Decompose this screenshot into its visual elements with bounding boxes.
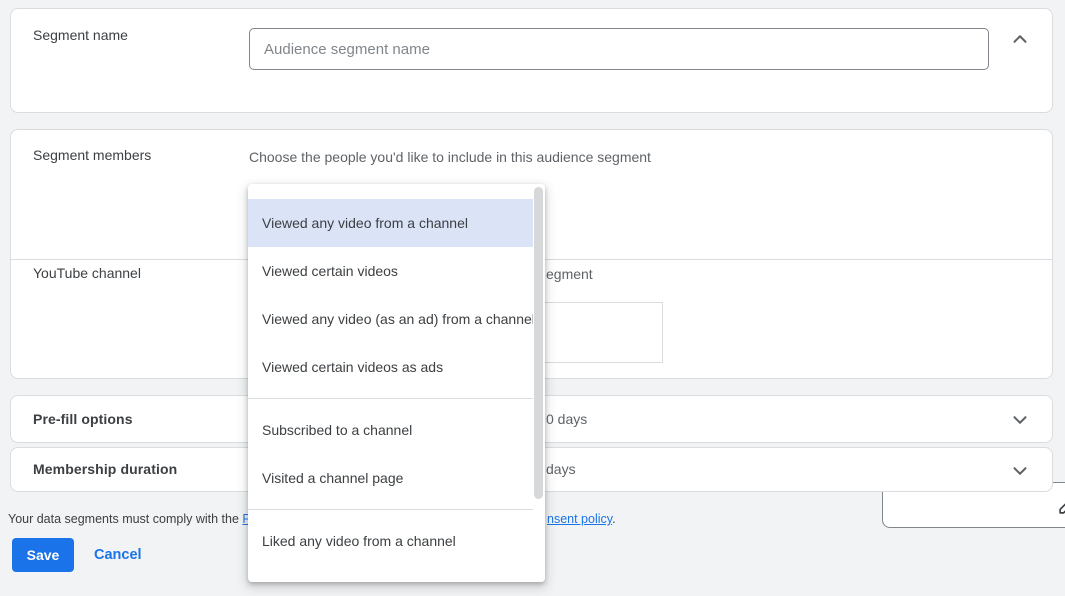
dropdown-item-subscribed[interactable]: Subscribed to a channel (248, 406, 545, 454)
youtube-channel-label: YouTube channel (33, 265, 141, 281)
segment-name-input[interactable] (249, 28, 989, 70)
dropdown-item-viewed-any-video-as-ad[interactable]: Viewed any video (as an ad) from a chann… (248, 295, 545, 343)
dropdown-divider (248, 509, 533, 510)
save-button[interactable]: Save (12, 538, 74, 572)
cancel-button[interactable]: Cancel (94, 538, 142, 572)
dropdown-item-liked-any-video[interactable]: Liked any video from a channel (248, 517, 545, 565)
disclaimer-suffix: . (612, 512, 615, 526)
scrollbar-thumb[interactable] (534, 187, 543, 499)
dropdown-item-visited-channel-page[interactable]: Visited a channel page (248, 454, 545, 502)
chevron-up-icon[interactable] (1009, 28, 1031, 50)
segment-members-description: Choose the people you'd like to include … (249, 149, 651, 165)
prefill-value-fragment: 0 days (546, 411, 587, 427)
audience-segment-editor: Segment name Segment members Choose the … (0, 0, 1065, 596)
disclaimer-prefix: Your data segments must comply with the (8, 512, 242, 526)
membership-duration-label: Membership duration (33, 461, 177, 477)
dropdown-item-viewed-any-video[interactable]: Viewed any video from a channel (248, 199, 545, 247)
policy-link-end[interactable]: nsent policy (547, 512, 612, 526)
dropdown-divider (248, 398, 533, 399)
prefill-options-label: Pre-fill options (33, 411, 133, 427)
chevron-down-icon[interactable] (1009, 409, 1031, 431)
dropdown-item-viewed-certain-videos-as-ads[interactable]: Viewed certain videos as ads (248, 343, 545, 391)
chevron-down-icon[interactable] (1009, 460, 1031, 482)
policy-disclaimer-end: nsent policy. (547, 512, 616, 526)
youtube-channel-description-fragment: egment (546, 266, 593, 282)
policy-disclaimer: Your data segments must comply with the … (8, 512, 258, 526)
segment-members-dropdown: Viewed any video from a channel Viewed c… (248, 184, 545, 582)
dropdown-scrollbar[interactable] (533, 184, 545, 582)
segment-members-label: Segment members (33, 147, 151, 163)
segment-name-card: Segment name (10, 8, 1053, 113)
pencil-icon[interactable] (1057, 494, 1065, 518)
membership-value-fragment: days (546, 461, 576, 477)
dropdown-item-viewed-certain-videos[interactable]: Viewed certain videos (248, 247, 545, 295)
segment-name-label: Segment name (33, 27, 128, 43)
